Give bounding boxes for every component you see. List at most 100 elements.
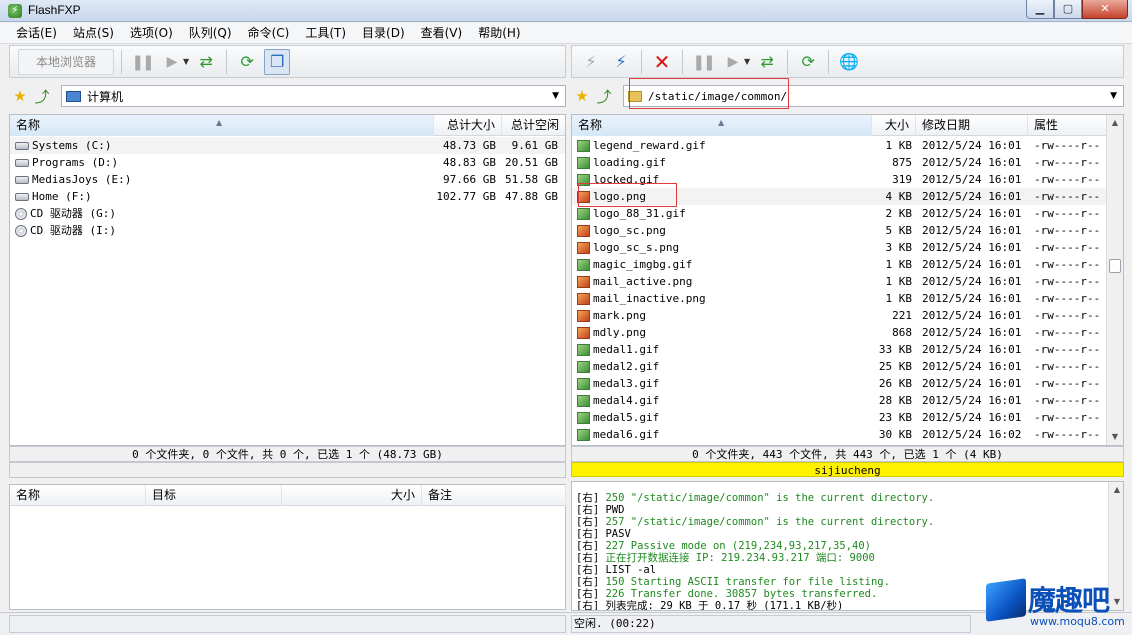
- table-row[interactable]: locked.gif 319 2012/5/24 16:01 -rw----r--: [572, 171, 1123, 188]
- local-browser-button[interactable]: 本地浏览器: [18, 48, 114, 75]
- column-total-free[interactable]: 总计空闲: [502, 115, 565, 136]
- table-row[interactable]: CD 驱动器 (G:): [10, 205, 565, 222]
- table-row[interactable]: MediasJoys (E:) 97.66 GB 51.58 GB: [10, 171, 565, 188]
- quick-connect-button[interactable]: ⚡: [608, 49, 634, 75]
- drive-total-size: 102.77 GB: [436, 190, 496, 203]
- menu-session[interactable]: 会话(E): [8, 23, 65, 43]
- table-row[interactable]: Home (F:) 102.77 GB 47.88 GB: [10, 188, 565, 205]
- table-row[interactable]: logo_sc.png 5 KB 2012/5/24 16:01 -rw----r--: [572, 222, 1123, 239]
- table-row[interactable]: mark.png 221 2012/5/24 16:01 -rw----r--: [572, 307, 1123, 324]
- drive-free-space: 9.61 GB: [511, 139, 558, 152]
- start-transfer-button[interactable]: ▶: [159, 49, 185, 75]
- file-size: 5 KB: [885, 224, 913, 237]
- parent-folder-icon[interactable]: ⤴: [593, 86, 615, 107]
- column-modified[interactable]: 修改日期: [916, 115, 1028, 136]
- scroll-thumb[interactable]: [1109, 259, 1121, 273]
- site-manager-button[interactable]: 🌐: [836, 49, 862, 75]
- disconnect-button[interactable]: ✕: [649, 49, 675, 75]
- file-modified: 2012/5/24 16:01: [922, 309, 1022, 322]
- favorites-star-icon[interactable]: ★: [571, 87, 593, 105]
- transfer-queue[interactable]: 名称 目标 大小 备注: [9, 484, 566, 610]
- table-row[interactable]: Systems (C:) 48.73 GB 9.61 GB: [10, 137, 565, 154]
- transfer-dropdown-arrow[interactable]: ▼: [183, 57, 189, 66]
- table-row[interactable]: mail_active.png 1 KB 2012/5/24 16:01 -rw---…: [572, 273, 1123, 290]
- menu-directory[interactable]: 目录(D): [354, 23, 413, 43]
- column-size[interactable]: 大小: [872, 115, 916, 136]
- scroll-down-arrow[interactable]: ▼: [1107, 429, 1123, 445]
- column-name[interactable]: 名称 ▲: [572, 115, 872, 136]
- file-modified: 2012/5/24 16:01: [922, 156, 1022, 169]
- connect-button[interactable]: ⚡: [578, 49, 604, 75]
- table-row[interactable]: medal4.gif 28 KB 2012/5/24 16:01 -rw----r--: [572, 392, 1123, 409]
- start-transfer-button-remote[interactable]: ▶: [720, 49, 746, 75]
- column-total-size[interactable]: 总计大小: [434, 115, 502, 136]
- file-name: medal1.gif: [593, 343, 660, 356]
- menu-sites[interactable]: 站点(S): [65, 23, 122, 43]
- table-row[interactable]: medal5.gif 23 KB 2012/5/24 16:01 -rw----r--: [572, 409, 1123, 426]
- chevron-down-icon[interactable]: ▼: [1110, 91, 1117, 101]
- parent-folder-icon[interactable]: ⤴: [31, 86, 53, 107]
- menu-options[interactable]: 选项(O): [122, 23, 181, 43]
- local-file-list[interactable]: 名称 ▲ 总计大小 总计空闲 Systems (C:) 48.73 GB 9.61 …: [9, 114, 566, 446]
- table-row[interactable]: logo_88_31.gif 2 KB 2012/5/24 16:01 -rw----…: [572, 205, 1123, 222]
- queue-column-note[interactable]: 备注: [422, 485, 566, 506]
- table-row[interactable]: legend_reward.gif 1 KB 2012/5/24 16:01 -rw-…: [572, 137, 1123, 154]
- file-attributes: -rw----r--: [1034, 343, 1101, 356]
- remote-toolbar: ⚡ ⚡ ✕ ❚❚ ▶ ▼ ⇄ ⟳ 🌐: [571, 45, 1124, 78]
- table-row[interactable]: CD 驱动器 (I:): [10, 222, 565, 239]
- remote-scrollbar[interactable]: ▲ ▼: [1106, 115, 1123, 445]
- menu-view[interactable]: 查看(V): [413, 23, 471, 43]
- menu-tools[interactable]: 工具(T): [297, 23, 354, 43]
- queue-column-size[interactable]: 大小: [282, 485, 422, 506]
- file-attributes: -rw----r--: [1034, 292, 1101, 305]
- remote-path-text: /static/image/common/: [648, 89, 788, 103]
- table-row[interactable]: medal3.gif 26 KB 2012/5/24 16:01 -rw----r--: [572, 375, 1123, 392]
- table-row[interactable]: logo_sc_s.png 3 KB 2012/5/24 16:01 -rw----r…: [572, 239, 1123, 256]
- table-row[interactable]: mail_inactive.png 1 KB 2012/5/24 16:01 -rw-…: [572, 290, 1123, 307]
- close-button[interactable]: ✕: [1082, 0, 1128, 19]
- table-row[interactable]: loading.gif 875 2012/5/24 16:01 -rw----r--: [572, 154, 1123, 171]
- table-row[interactable]: mdly.png 868 2012/5/24 16:01 -rw----r--: [572, 324, 1123, 341]
- favorites-star-icon[interactable]: ★: [9, 87, 31, 105]
- local-status: 0 个文件夹, 0 个文件, 共 0 个, 已选 1 个 (48.73 GB): [9, 446, 566, 462]
- remote-path-combo[interactable]: /static/image/common/ ▼: [623, 85, 1124, 107]
- column-name[interactable]: 名称 ▲: [10, 115, 434, 136]
- menu-help[interactable]: 帮助(H): [470, 23, 528, 43]
- drive-total-size: 48.73 GB: [443, 139, 496, 152]
- log-tag: [右]: [576, 564, 600, 576]
- table-row[interactable]: logo.png 4 KB 2012/5/24 16:01 -rw----r--: [572, 188, 1123, 205]
- table-row[interactable]: magic_imgbg.gif 1 KB 2012/5/24 16:01 -rw---…: [572, 256, 1123, 273]
- pause-transfer-button[interactable]: ❚❚: [129, 49, 155, 75]
- pause-transfer-button-remote[interactable]: ❚❚: [690, 49, 716, 75]
- scroll-up-arrow[interactable]: ▲: [1109, 482, 1123, 498]
- minimize-button[interactable]: ▁: [1026, 0, 1054, 19]
- drive-name: CD 驱动器 (I:): [30, 224, 116, 237]
- table-row[interactable]: Programs (D:) 48.83 GB 20.51 GB: [10, 154, 565, 171]
- transfer-queue-button-remote[interactable]: ⇄: [754, 49, 780, 75]
- toolbar-separator: [641, 49, 642, 74]
- file-name-cell: medal1.gif: [577, 341, 659, 358]
- table-row[interactable]: medal6.gif 30 KB 2012/5/24 16:02 -rw----r--: [572, 426, 1123, 443]
- menu-bar: 会话(E) 站点(S) 选项(O) 队列(Q) 命令(C) 工具(T) 目录(D…: [0, 23, 1132, 44]
- flashfxp-app-icon[interactable]: ⚡: [8, 4, 22, 18]
- queue-column-name[interactable]: 名称: [10, 485, 146, 506]
- remote-file-list[interactable]: 名称 ▲ 大小 修改日期 属性 legend_reward.gif 1 KB 201…: [571, 114, 1124, 446]
- transfer-queue-button[interactable]: ⇄: [193, 49, 219, 75]
- transfer-dropdown-arrow-remote[interactable]: ▼: [744, 57, 750, 66]
- local-toolbar: 本地浏览器 ❚❚ ▶ ▼ ⇄ ⟳ ❐: [9, 45, 566, 78]
- table-row[interactable]: medal1.gif 33 KB 2012/5/24 16:01 -rw----r--: [572, 341, 1123, 358]
- menu-queue[interactable]: 队列(Q): [181, 23, 240, 43]
- refresh-remote-button[interactable]: ⟳: [795, 49, 821, 75]
- queue-column-target[interactable]: 目标: [146, 485, 282, 506]
- local-view-toggle-button[interactable]: ❐: [264, 48, 291, 75]
- menu-commands[interactable]: 命令(C): [240, 23, 298, 43]
- chevron-down-icon[interactable]: ▼: [552, 91, 559, 101]
- scroll-up-arrow[interactable]: ▲: [1107, 115, 1123, 131]
- local-path-combo[interactable]: 计算机 ▼: [61, 85, 566, 107]
- column-attributes[interactable]: 属性: [1028, 115, 1108, 136]
- file-size: 1 KB: [885, 258, 913, 271]
- table-row[interactable]: medal2.gif 25 KB 2012/5/24 16:01 -rw----r--: [572, 358, 1123, 375]
- refresh-local-button[interactable]: ⟳: [234, 49, 260, 75]
- refresh-icon: ⟳: [240, 52, 254, 71]
- maximize-button[interactable]: ▢: [1054, 0, 1082, 19]
